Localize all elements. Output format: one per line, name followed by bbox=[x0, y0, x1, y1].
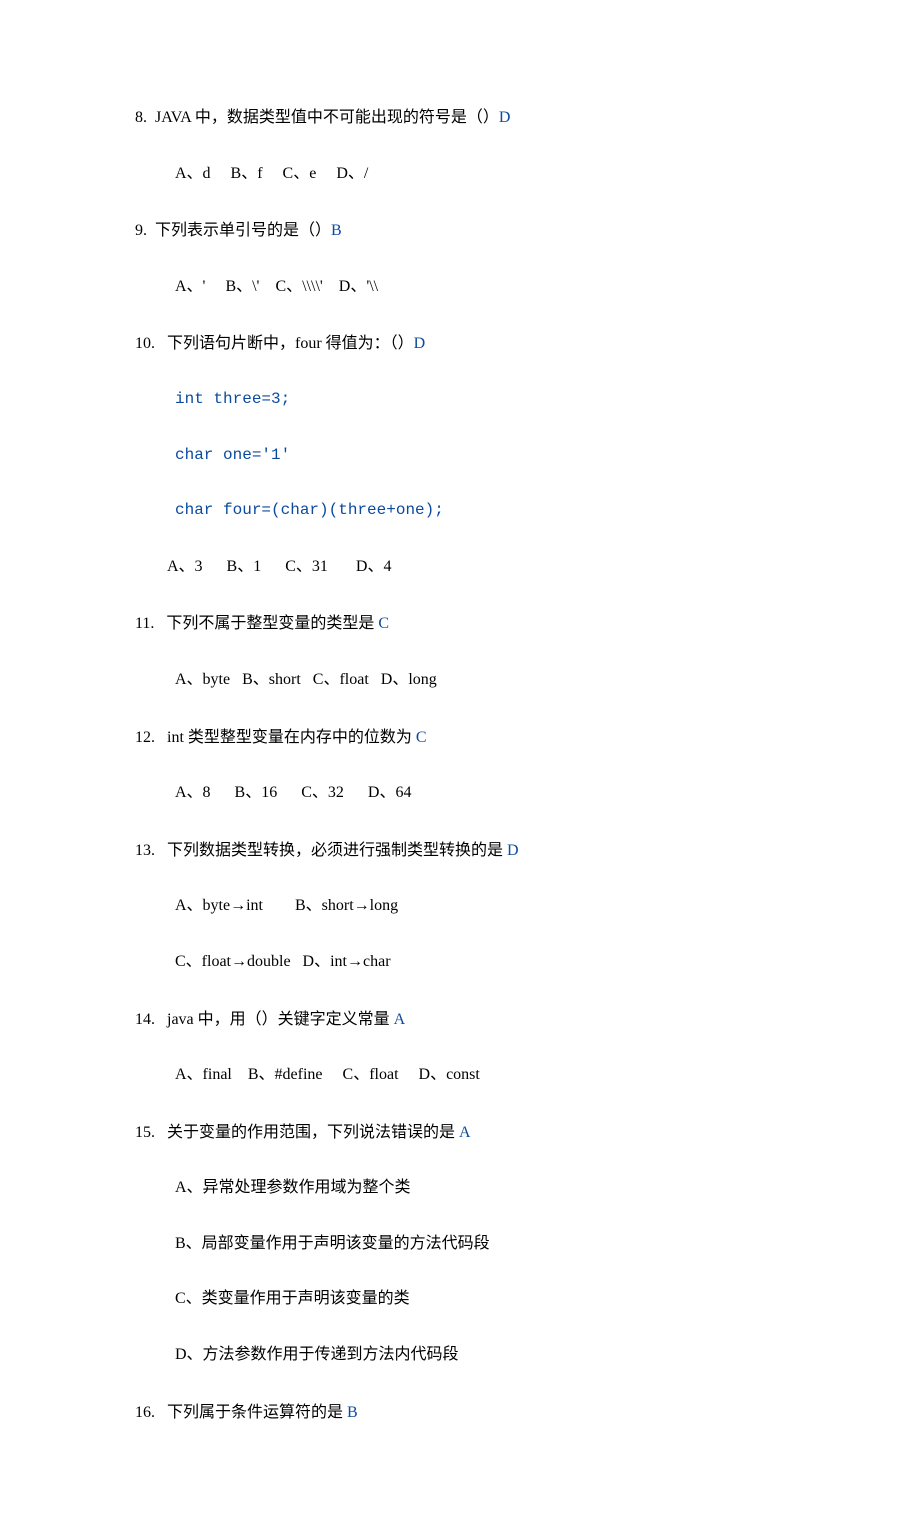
question-8: 8. JAVA 中，数据类型值中不可能出现的符号是（）D A、d B、f C、e… bbox=[135, 105, 800, 186]
question-10-answer: D bbox=[414, 335, 426, 352]
question-10-text: 下列语句片断中，four 得值为：（） bbox=[167, 335, 414, 352]
question-12-text: int 类型整型变量在内存中的位数为 bbox=[167, 729, 416, 746]
question-15-option-d: D、方法参数作用于传递到方法内代码段 bbox=[175, 1342, 800, 1368]
question-8-answer: D bbox=[499, 109, 511, 126]
question-13-number: 13. bbox=[135, 842, 167, 859]
question-12-answer: C bbox=[416, 729, 427, 746]
question-13: 13. 下列数据类型转换，必须进行强制类型转换的是 D A、byte→int B… bbox=[135, 838, 800, 975]
question-12-stem: 12. int 类型整型变量在内存中的位数为 C bbox=[135, 725, 800, 751]
question-11-number: 11. bbox=[135, 615, 166, 632]
question-14: 14. java 中，用（）关键字定义常量 A A、final B、#defin… bbox=[135, 1007, 800, 1088]
question-15-options: A、异常处理参数作用域为整个类 B、局部变量作用于声明该变量的方法代码段 C、类… bbox=[135, 1175, 800, 1367]
question-11-text: 下列不属于整型变量的类型是 bbox=[166, 615, 378, 632]
question-10: 10. 下列语句片断中，four 得值为：（）D int three=3; ch… bbox=[135, 331, 800, 579]
question-15-option-a: A、异常处理参数作用域为整个类 bbox=[175, 1175, 800, 1201]
question-15-number: 15. bbox=[135, 1124, 167, 1141]
question-15-option-c: C、类变量作用于声明该变量的类 bbox=[175, 1286, 800, 1312]
question-15-answer: A bbox=[459, 1124, 471, 1141]
question-10-code-1: int three=3; bbox=[135, 387, 800, 413]
question-16-text: 下列属于条件运算符的是 bbox=[167, 1404, 347, 1421]
question-13-stem: 13. 下列数据类型转换，必须进行强制类型转换的是 D bbox=[135, 838, 800, 864]
question-16-stem: 16. 下列属于条件运算符的是 B bbox=[135, 1400, 800, 1426]
question-8-text: JAVA 中，数据类型值中不可能出现的符号是（） bbox=[155, 109, 499, 126]
question-9-answer: B bbox=[331, 222, 342, 239]
question-11-options: A、byte B、short C、float D、long bbox=[135, 667, 800, 693]
question-11-stem: 11. 下列不属于整型变量的类型是 C bbox=[135, 611, 800, 637]
question-12: 12. int 类型整型变量在内存中的位数为 C A、8 B、16 C、32 D… bbox=[135, 725, 800, 806]
question-15-text: 关于变量的作用范围，下列说法错误的是 bbox=[167, 1124, 459, 1141]
question-16-answer: B bbox=[347, 1404, 358, 1421]
question-13-text: 下列数据类型转换，必须进行强制类型转换的是 bbox=[167, 842, 507, 859]
question-8-number: 8. bbox=[135, 109, 155, 126]
question-12-number: 12. bbox=[135, 729, 167, 746]
question-15: 15. 关于变量的作用范围，下列说法错误的是 A A、异常处理参数作用域为整个类… bbox=[135, 1120, 800, 1368]
page: 8. JAVA 中，数据类型值中不可能出现的符号是（）D A、d B、f C、e… bbox=[0, 0, 920, 1517]
question-14-answer: A bbox=[394, 1011, 406, 1028]
question-8-stem: 8. JAVA 中，数据类型值中不可能出现的符号是（）D bbox=[135, 105, 800, 131]
question-14-text: java 中，用（）关键字定义常量 bbox=[167, 1011, 394, 1028]
question-10-code-3: char four=(char)(three+one); bbox=[135, 498, 800, 524]
question-11-answer: C bbox=[378, 615, 389, 632]
question-14-options: A、final B、#define C、float D、const bbox=[135, 1062, 800, 1088]
question-10-options: A、3 B、1 C、31 D、4 bbox=[135, 554, 800, 580]
question-16: 16. 下列属于条件运算符的是 B bbox=[135, 1400, 800, 1426]
question-15-stem: 15. 关于变量的作用范围，下列说法错误的是 A bbox=[135, 1120, 800, 1146]
question-14-number: 14. bbox=[135, 1011, 167, 1028]
question-9-text: 下列表示单引号的是（） bbox=[155, 222, 331, 239]
question-16-number: 16. bbox=[135, 1404, 167, 1421]
question-9: 9. 下列表示单引号的是（）B A、' B、\' C、\\\\' D、'\\ bbox=[135, 218, 800, 299]
question-14-stem: 14. java 中，用（）关键字定义常量 A bbox=[135, 1007, 800, 1033]
question-11: 11. 下列不属于整型变量的类型是 C A、byte B、short C、flo… bbox=[135, 611, 800, 692]
question-8-options: A、d B、f C、e D、/ bbox=[135, 161, 800, 187]
question-13-options-row2: C、float→double D、int→char bbox=[135, 949, 800, 975]
question-10-stem: 10. 下列语句片断中，four 得值为：（）D bbox=[135, 331, 800, 357]
question-13-options-row1: A、byte→int B、short→long bbox=[135, 893, 800, 919]
question-13-answer: D bbox=[507, 842, 519, 859]
question-9-number: 9. bbox=[135, 222, 155, 239]
question-9-options: A、' B、\' C、\\\\' D、'\\ bbox=[135, 274, 800, 300]
question-10-code-2: char one='1' bbox=[135, 443, 800, 469]
question-9-stem: 9. 下列表示单引号的是（）B bbox=[135, 218, 800, 244]
question-10-number: 10. bbox=[135, 335, 167, 352]
question-12-options: A、8 B、16 C、32 D、64 bbox=[135, 780, 800, 806]
question-15-option-b: B、局部变量作用于声明该变量的方法代码段 bbox=[175, 1231, 800, 1257]
